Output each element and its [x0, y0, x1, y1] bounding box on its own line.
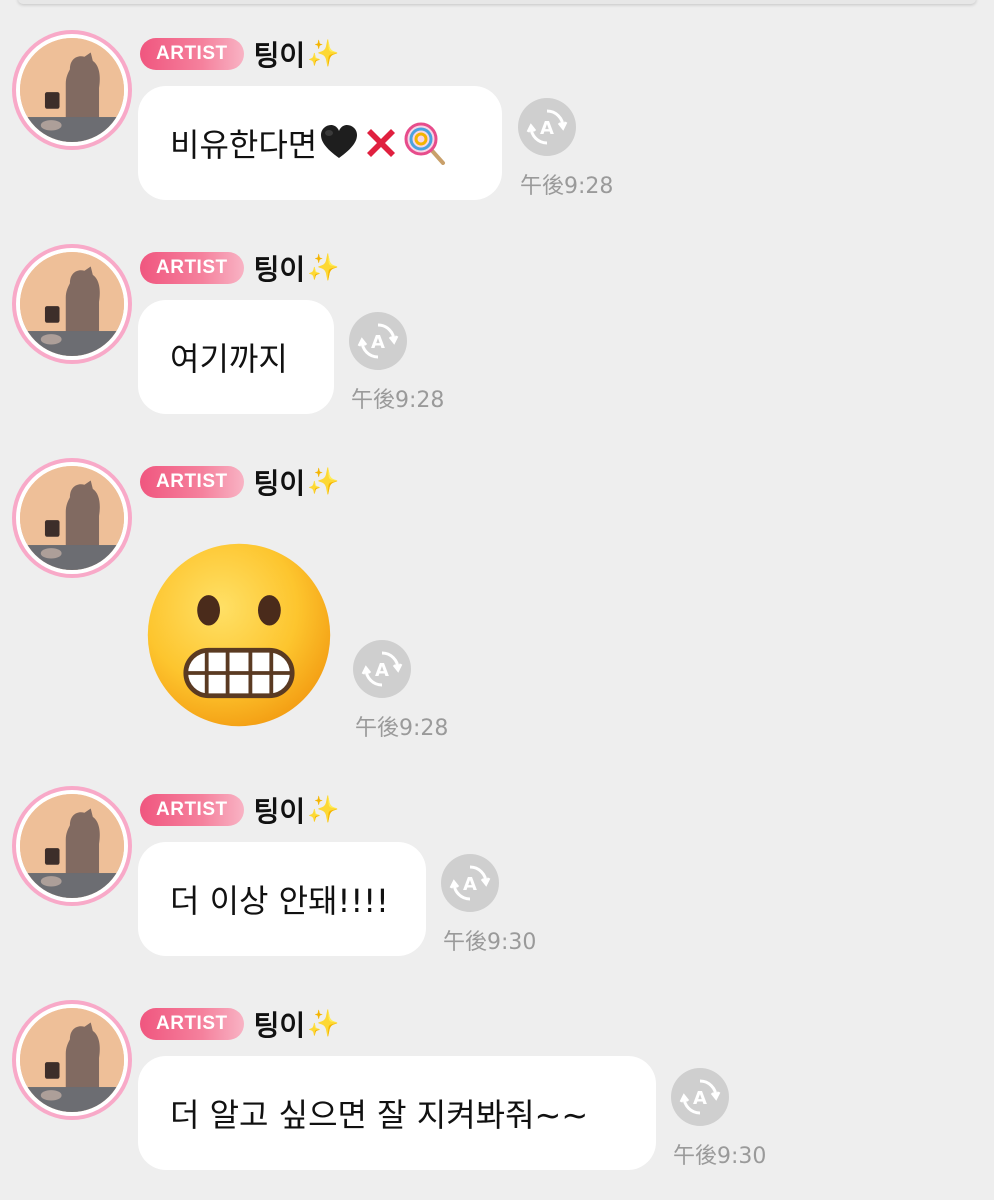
chat-screen: { "sender": { "badge": "ARTIST", "name":… — [0, 0, 994, 1200]
message-time: 午後9:28 — [351, 388, 445, 413]
top-panel-edge — [18, 0, 976, 4]
message-bubble[interactable]: 더 알고 싶으면 잘 지켜봐줘~~ — [138, 1056, 656, 1170]
artist-badge: ARTIST — [140, 252, 244, 284]
translate-icon: A — [357, 323, 399, 359]
sparkles-icon: ✨ — [307, 467, 340, 497]
svg-text:A: A — [375, 660, 389, 681]
translate-button[interactable]: A — [349, 312, 407, 370]
sender-name-text: 팅이 — [253, 253, 306, 286]
sender-name-text: 팅이 — [253, 1009, 306, 1042]
message-time: 午後9:30 — [673, 1144, 767, 1169]
translate-button[interactable]: A — [518, 98, 576, 156]
message-text: 여기까지 — [170, 340, 288, 378]
message-time: 午後9:30 — [443, 930, 537, 955]
translate-icon: A — [526, 109, 568, 145]
avatar[interactable] — [12, 1000, 132, 1120]
sender-name[interactable]: 팅이 ✨ — [254, 462, 340, 502]
sender-name-text: 팅이 — [253, 795, 306, 828]
artist-badge: ARTIST — [140, 794, 244, 826]
svg-text:A: A — [463, 874, 477, 895]
sparkles-icon: ✨ — [307, 1009, 340, 1039]
black-heart-icon — [321, 125, 358, 158]
sparkles-icon: ✨ — [307, 795, 340, 825]
translate-icon: A — [679, 1079, 721, 1115]
avatar[interactable] — [12, 786, 132, 906]
message-time: 午後9:28 — [520, 174, 614, 199]
artist-badge: ARTIST — [140, 38, 244, 70]
grimacing-face-icon[interactable] — [144, 540, 334, 730]
message-bubble[interactable]: 여기까지 — [138, 300, 334, 414]
translate-button[interactable]: A — [441, 854, 499, 912]
message-bubble[interactable]: 더 이상 안돼!!!! — [138, 842, 426, 956]
artist-badge: ARTIST — [140, 1008, 244, 1040]
cross-mark-icon — [367, 129, 396, 157]
message-text: 비유한다면 — [170, 126, 318, 164]
message-bubble[interactable]: 비유한다면 — [138, 86, 502, 200]
lollipop-icon — [404, 122, 446, 165]
sparkles-icon: ✨ — [307, 39, 340, 69]
avatar[interactable] — [12, 458, 132, 578]
sender-row: ARTIST 팅이 ✨ — [140, 790, 340, 830]
avatar[interactable] — [12, 30, 132, 150]
message-text: 더 알고 싶으면 잘 지켜봐줘~~ — [170, 1096, 589, 1134]
svg-text:A: A — [540, 118, 554, 139]
translate-button[interactable]: A — [353, 640, 411, 698]
avatar[interactable] — [12, 244, 132, 364]
sparkles-icon: ✨ — [307, 253, 340, 283]
message-time: 午後9:28 — [355, 716, 449, 741]
sender-name-text: 팅이 — [253, 39, 306, 72]
message-text: 더 이상 안돼!!!! — [170, 882, 389, 920]
sender-name[interactable]: 팅이 ✨ — [254, 1004, 340, 1044]
artist-badge: ARTIST — [140, 466, 244, 498]
svg-text:A: A — [693, 1088, 707, 1109]
translate-icon: A — [361, 651, 403, 687]
sender-row: ARTIST 팅이 ✨ — [140, 462, 340, 502]
sender-name-text: 팅이 — [253, 467, 306, 500]
translate-icon: A — [449, 865, 491, 901]
sender-row: ARTIST 팅이 ✨ — [140, 34, 340, 74]
sender-name[interactable]: 팅이 ✨ — [254, 248, 340, 288]
svg-text:A: A — [371, 332, 385, 353]
sender-name[interactable]: 팅이 ✨ — [254, 790, 340, 830]
sender-row: ARTIST 팅이 ✨ — [140, 1004, 340, 1044]
sender-name[interactable]: 팅이 ✨ — [254, 34, 340, 74]
translate-button[interactable]: A — [671, 1068, 729, 1126]
sender-row: ARTIST 팅이 ✨ — [140, 248, 340, 288]
